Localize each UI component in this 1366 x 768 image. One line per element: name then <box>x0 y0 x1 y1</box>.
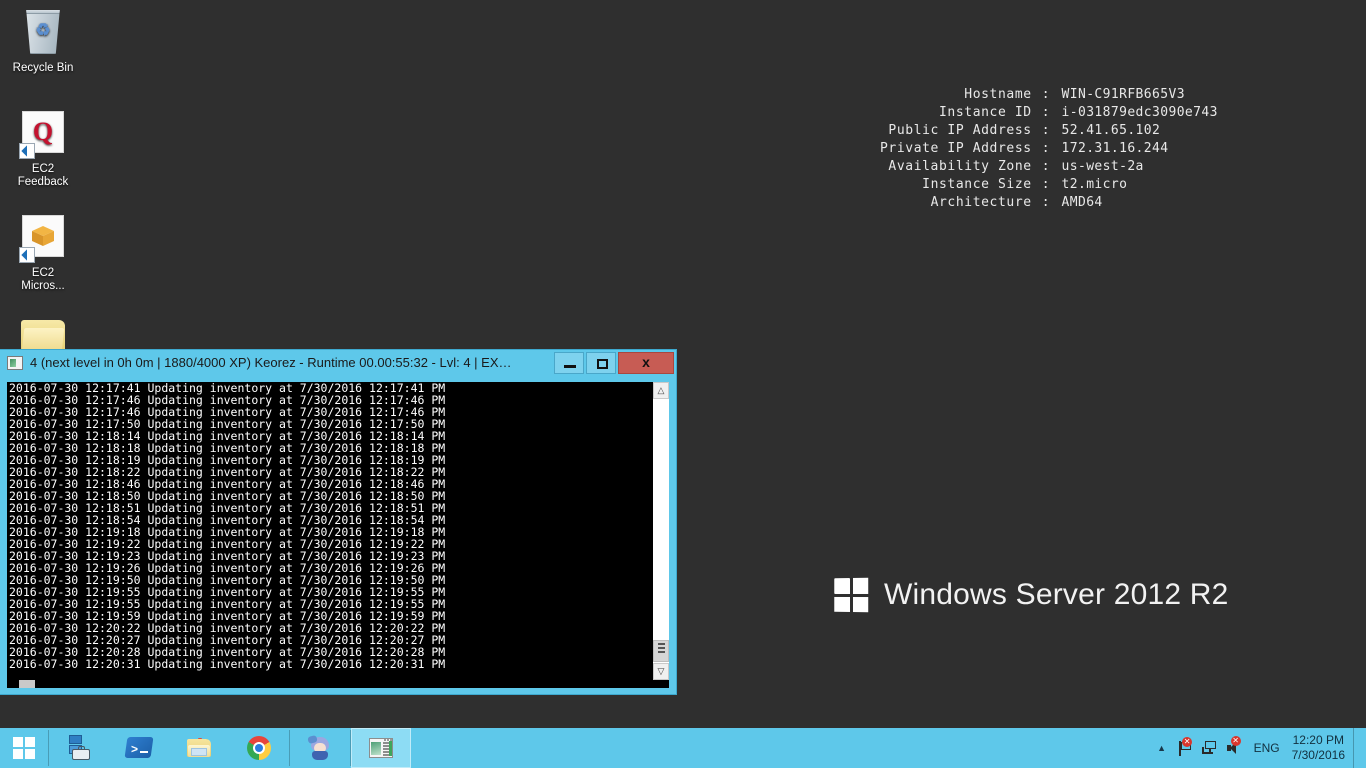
instance-info-value: 172.31.16.244 <box>1061 141 1169 156</box>
taskbar-item-file-explorer[interactable] <box>169 728 229 768</box>
console-app-icon <box>367 734 395 762</box>
instance-info-value: us-west-2a <box>1061 159 1144 174</box>
instance-info-separator: : <box>1041 105 1050 120</box>
minimize-button[interactable] <box>554 351 584 374</box>
error-badge-icon: ✕ <box>1230 736 1241 746</box>
instance-info-row: Availability Zone : us-west-2a <box>880 158 1218 176</box>
desktop-icon-ec2-microsite[interactable]: EC2 Micros... <box>4 212 82 293</box>
instance-info-label: Public IP Address <box>888 123 1032 138</box>
instance-info-value: 52.41.65.102 <box>1061 123 1161 138</box>
shortcut-arrow-icon <box>19 143 35 159</box>
desktop-icon-label: Micros... <box>21 280 65 292</box>
taskbar-item-anime-app[interactable] <box>290 728 350 768</box>
scroll-up-arrow-icon[interactable]: △ <box>653 382 669 399</box>
chevron-up-icon: ▲ <box>1157 743 1167 753</box>
console-window[interactable]: 4 (next level in 0h 0m | 1880/4000 XP) K… <box>0 350 676 694</box>
instance-info-value: WIN-C91RFB665V3 <box>1061 87 1185 102</box>
desktop-icon-label: Recycle Bin <box>12 62 74 74</box>
instance-info-label: Instance Size <box>922 177 1032 192</box>
tray-item-action-center[interactable]: ✕ <box>1174 728 1198 768</box>
start-button[interactable] <box>0 728 48 768</box>
clock-date: 7/30/2016 <box>1291 748 1345 762</box>
anime-character-icon <box>306 734 334 762</box>
desktop-icon-label: EC2 <box>31 163 55 175</box>
instance-info-row: Instance Size : t2.micro <box>880 176 1218 194</box>
tray-language-indicator[interactable]: ENG <box>1246 741 1290 755</box>
close-button[interactable]: x <box>618 351 674 374</box>
instance-info-separator: : <box>1041 177 1050 192</box>
orange-box-icon <box>19 215 67 263</box>
instance-info-separator: : <box>1041 123 1050 138</box>
instance-info-separator: : <box>1041 195 1050 210</box>
minimize-icon <box>564 364 576 368</box>
system-tray[interactable]: ▲ ✕ ✕ ENG 12:20 PM 7/30/2016 <box>1150 728 1366 768</box>
instance-info-label: Private IP Address <box>880 141 1032 156</box>
instance-info-separator: : <box>1041 87 1050 102</box>
taskbar[interactable]: > ▲ ✕ ✕ ENG 12:20 PM 7/30/2016 <box>0 728 1366 768</box>
shortcut-arrow-icon <box>19 247 35 263</box>
window-titlebar[interactable]: 4 (next level in 0h 0m | 1880/4000 XP) K… <box>0 350 676 376</box>
instance-info-value: AMD64 <box>1061 195 1103 210</box>
scroll-down-arrow-icon[interactable]: ▽ <box>653 663 669 680</box>
powershell-icon: > <box>124 734 154 762</box>
instance-info-label: Hostname <box>964 87 1032 102</box>
instance-info-label: Architecture <box>930 195 1032 210</box>
window-controls: x <box>552 351 674 376</box>
console-window-icon <box>7 356 23 370</box>
maximize-button[interactable] <box>586 351 616 374</box>
desktop-icon-ec2-feedback[interactable]: Q EC2 Feedback <box>4 108 82 189</box>
network-icon <box>1202 741 1217 755</box>
taskbar-item-powershell[interactable]: > <box>109 728 169 768</box>
instance-info-value: i-031879edc3090e743 <box>1061 105 1218 120</box>
windows-logo-icon <box>834 577 869 613</box>
tray-clock[interactable]: 12:20 PM 7/30/2016 <box>1290 733 1353 763</box>
instance-info-row: Private IP Address : 172.31.16.244 <box>880 140 1218 158</box>
instance-info-separator: : <box>1041 141 1050 156</box>
windows-server-branding: Windows Server 2012 R2 <box>834 577 1229 613</box>
speaker-muted-icon: ✕ <box>1226 736 1242 755</box>
orange-box-svg <box>32 226 54 246</box>
instance-info-label: Instance ID <box>938 105 1032 120</box>
instance-info-value: t2.micro <box>1061 177 1128 192</box>
file-explorer-icon <box>185 734 213 762</box>
vertical-scrollbar[interactable]: △ ▽ <box>652 382 669 680</box>
console-body[interactable]: 2016-07-30 12:17:41 Updating inventory a… <box>7 382 669 680</box>
taskbar-item-server-manager[interactable] <box>49 728 109 768</box>
desktop-icon-label: EC2 <box>31 267 55 279</box>
desktop[interactable]: ♻ Recycle Bin Q EC2 Feedback EC2 Micros.… <box>0 0 1366 768</box>
recycle-bin-icon: ♻ <box>19 10 67 58</box>
instance-info-row: Architecture : AMD64 <box>880 194 1218 212</box>
server-manager-icon <box>65 734 93 762</box>
error-badge-icon: ✕ <box>1182 736 1193 747</box>
desktop-icon-label: Feedback <box>17 176 69 188</box>
close-icon: x <box>642 353 650 370</box>
tray-show-hidden-icons-button[interactable]: ▲ <box>1150 728 1174 768</box>
chrome-icon <box>245 734 273 762</box>
instance-info-row: Public IP Address : 52.41.65.102 <box>880 122 1218 140</box>
horizontal-scrollbar[interactable] <box>7 680 669 688</box>
desktop-icon-recycle-bin[interactable]: ♻ Recycle Bin <box>4 8 82 75</box>
flag-icon: ✕ <box>1178 736 1193 756</box>
tray-item-volume[interactable]: ✕ <box>1222 728 1246 768</box>
scrollbar-thumb[interactable] <box>653 640 669 662</box>
taskbar-item-console-app[interactable] <box>351 728 411 768</box>
show-desktop-button[interactable] <box>1353 728 1360 768</box>
taskbar-item-google-chrome[interactable] <box>229 728 289 768</box>
instance-info-panel: Hostname : WIN-C91RFB665V3 Instance ID :… <box>880 50 1218 248</box>
q-letter-icon: Q <box>19 111 67 159</box>
console-log-output: 2016-07-30 12:17:41 Updating inventory a… <box>7 382 652 680</box>
clock-time: 12:20 PM <box>1292 733 1344 747</box>
maximize-icon <box>597 358 608 369</box>
windows-start-icon <box>13 737 35 759</box>
branding-text: Windows Server 2012 R2 <box>884 578 1229 611</box>
console-log-line: 2016-07-30 12:20:31 Updating inventory a… <box>9 657 446 672</box>
instance-info-row: Instance ID : i-031879edc3090e743 <box>880 104 1218 122</box>
horizontal-scrollbar-thumb[interactable] <box>19 680 35 688</box>
tray-item-network[interactable] <box>1198 728 1222 768</box>
instance-info-table: Hostname : WIN-C91RFB665V3 Instance ID :… <box>880 86 1218 212</box>
window-title: 4 (next level in 0h 0m | 1880/4000 XP) K… <box>30 355 512 370</box>
instance-info-row: Hostname : WIN-C91RFB665V3 <box>880 86 1218 104</box>
instance-info-separator: : <box>1041 159 1050 174</box>
instance-info-label: Availability Zone <box>888 159 1032 174</box>
